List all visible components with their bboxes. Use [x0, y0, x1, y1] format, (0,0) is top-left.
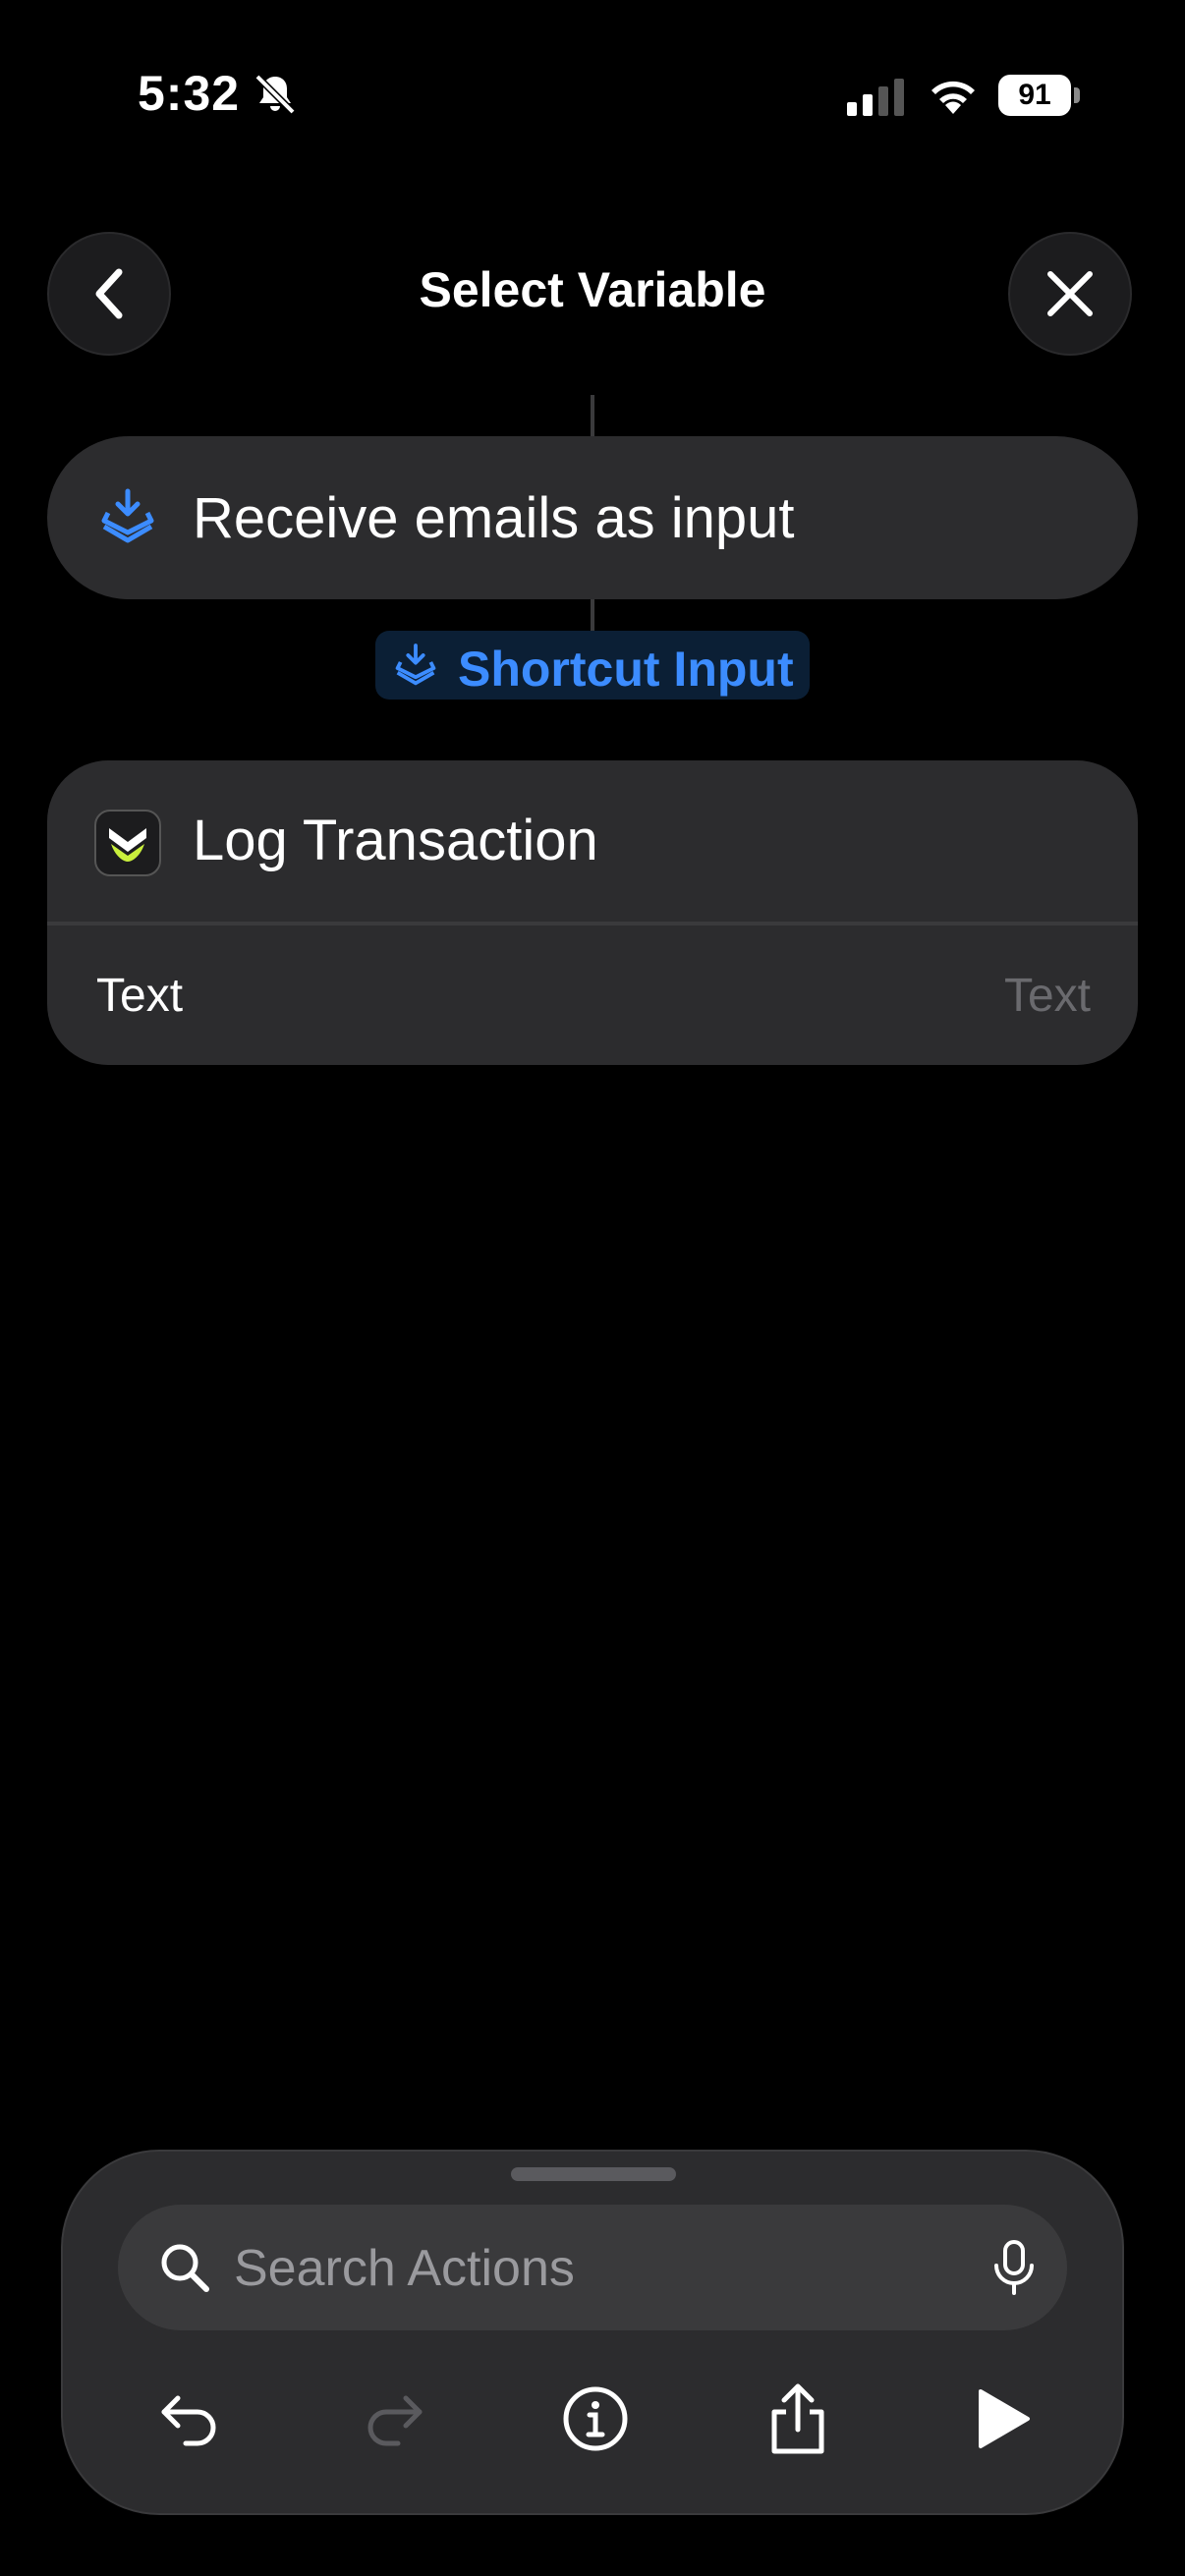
battery-cap: [1074, 87, 1080, 103]
redo-button[interactable]: [344, 2370, 442, 2468]
play-icon: [979, 2389, 1030, 2448]
text-parameter-label: Text: [96, 970, 184, 1022]
status-bar: 5:32 91: [0, 0, 1185, 196]
microphone-icon[interactable]: [985, 2238, 1044, 2297]
shortcut-input-icon: [395, 644, 436, 686]
search-input[interactable]: [232, 2232, 924, 2305]
log-transaction-action: Log Transaction Text Text: [47, 760, 1138, 1065]
flow-connector: [591, 395, 594, 436]
bottom-action-sheet: [61, 2150, 1124, 2515]
search-bar[interactable]: [118, 2205, 1067, 2330]
receive-action-label: Receive emails as input: [193, 486, 795, 550]
undo-button[interactable]: [141, 2370, 240, 2468]
info-icon: [563, 2386, 628, 2451]
info-button[interactable]: [546, 2370, 645, 2468]
cellular-signal-icon: [847, 79, 904, 116]
close-button[interactable]: [1008, 232, 1132, 356]
app-icon: [94, 810, 161, 876]
redo-icon: [367, 2395, 423, 2446]
flow-connector: [591, 599, 594, 633]
search-icon: [161, 2244, 209, 2292]
run-button[interactable]: [953, 2370, 1051, 2468]
share-icon: [771, 2383, 824, 2454]
undo-icon: [161, 2395, 216, 2446]
leaf-logo-icon: [109, 828, 146, 862]
shortcut-input-variable[interactable]: Shortcut Input: [375, 631, 810, 700]
divider: [47, 922, 1138, 925]
text-parameter-field[interactable]: Text: [1004, 969, 1091, 1023]
silent-bell-icon: [254, 74, 296, 115]
battery-indicator: 91: [998, 75, 1081, 116]
battery-level: 91: [998, 75, 1071, 116]
share-button[interactable]: [749, 2370, 847, 2468]
shortcut-input-icon: [101, 488, 154, 543]
close-icon: [1047, 271, 1093, 316]
wifi-icon: [931, 81, 975, 114]
status-time: 5:32: [138, 66, 241, 121]
sheet-grabber[interactable]: [511, 2167, 676, 2181]
receive-input-action[interactable]: Receive emails as input: [47, 436, 1138, 599]
log-transaction-title: Log Transaction: [193, 809, 598, 872]
shortcut-input-label: Shortcut Input: [458, 642, 794, 697]
